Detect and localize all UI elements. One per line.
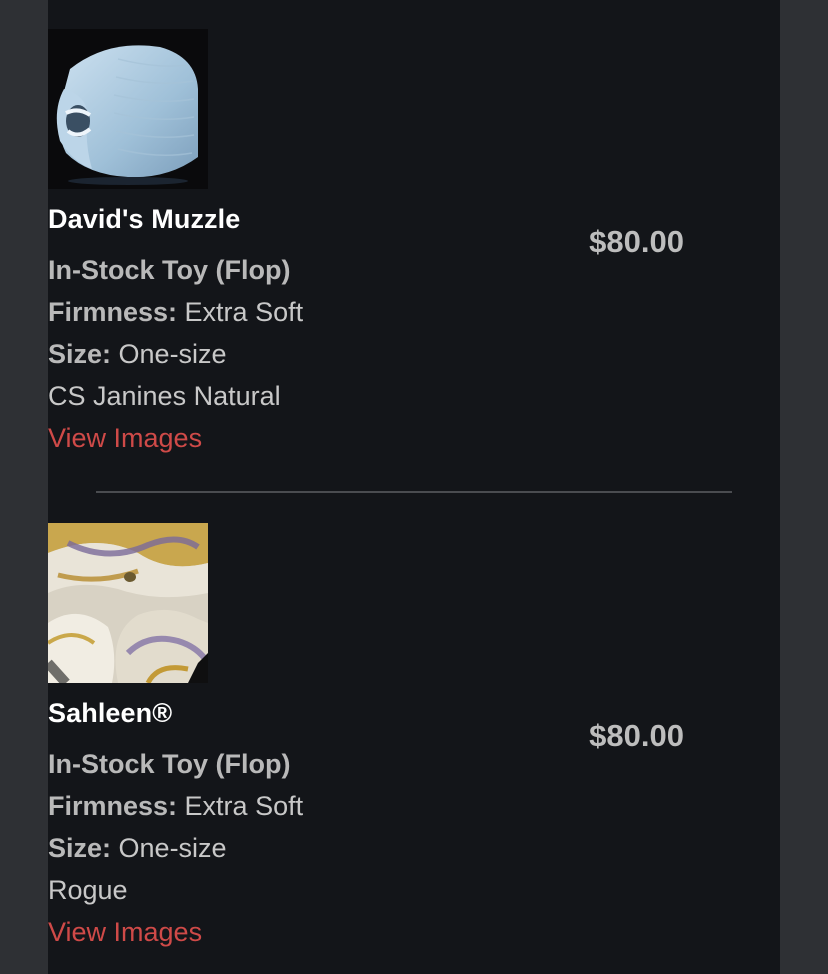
color-option: CS Janines Natural	[48, 381, 281, 411]
marbled-toy-photo	[48, 523, 208, 683]
size-value: One-size	[111, 339, 227, 369]
product-price: $80.00	[589, 224, 684, 259]
color-option: Rogue	[48, 875, 128, 905]
size-label: Size:	[48, 339, 112, 369]
product-name: David's Muzzle	[48, 204, 241, 234]
size-value: One-size	[111, 833, 227, 863]
size-row: Size: One-size	[48, 833, 227, 864]
product-type: In-Stock Toy (Flop)	[48, 255, 291, 285]
view-images-row: View Images	[48, 423, 202, 454]
product-name: Sahleen®	[48, 698, 173, 728]
firmness-row: Firmness: Extra Soft	[48, 791, 303, 822]
product-thumbnail[interactable]	[48, 523, 208, 683]
cart-item: David's Muzzle $80.00 In-Stock Toy (Flop…	[48, 29, 684, 453]
firmness-label: Firmness:	[48, 297, 178, 327]
view-images-link[interactable]: View Images	[48, 917, 202, 947]
view-images-link[interactable]: View Images	[48, 423, 202, 453]
product-price: $80.00	[589, 718, 684, 753]
firmness-label: Firmness:	[48, 791, 178, 821]
firmness-value: Extra Soft	[177, 791, 304, 821]
firmness-value: Extra Soft	[177, 297, 304, 327]
size-row: Size: One-size	[48, 339, 227, 370]
blue-muzzle-toy-photo	[48, 29, 208, 189]
firmness-row: Firmness: Extra Soft	[48, 297, 303, 328]
product-thumbnail[interactable]	[48, 29, 208, 189]
size-label: Size:	[48, 833, 112, 863]
product-type: In-Stock Toy (Flop)	[48, 749, 291, 779]
item-divider	[96, 491, 732, 493]
cart-item: Sahleen® $80.00 In-Stock Toy (Flop) Firm…	[48, 523, 684, 947]
view-images-row: View Images	[48, 917, 202, 948]
